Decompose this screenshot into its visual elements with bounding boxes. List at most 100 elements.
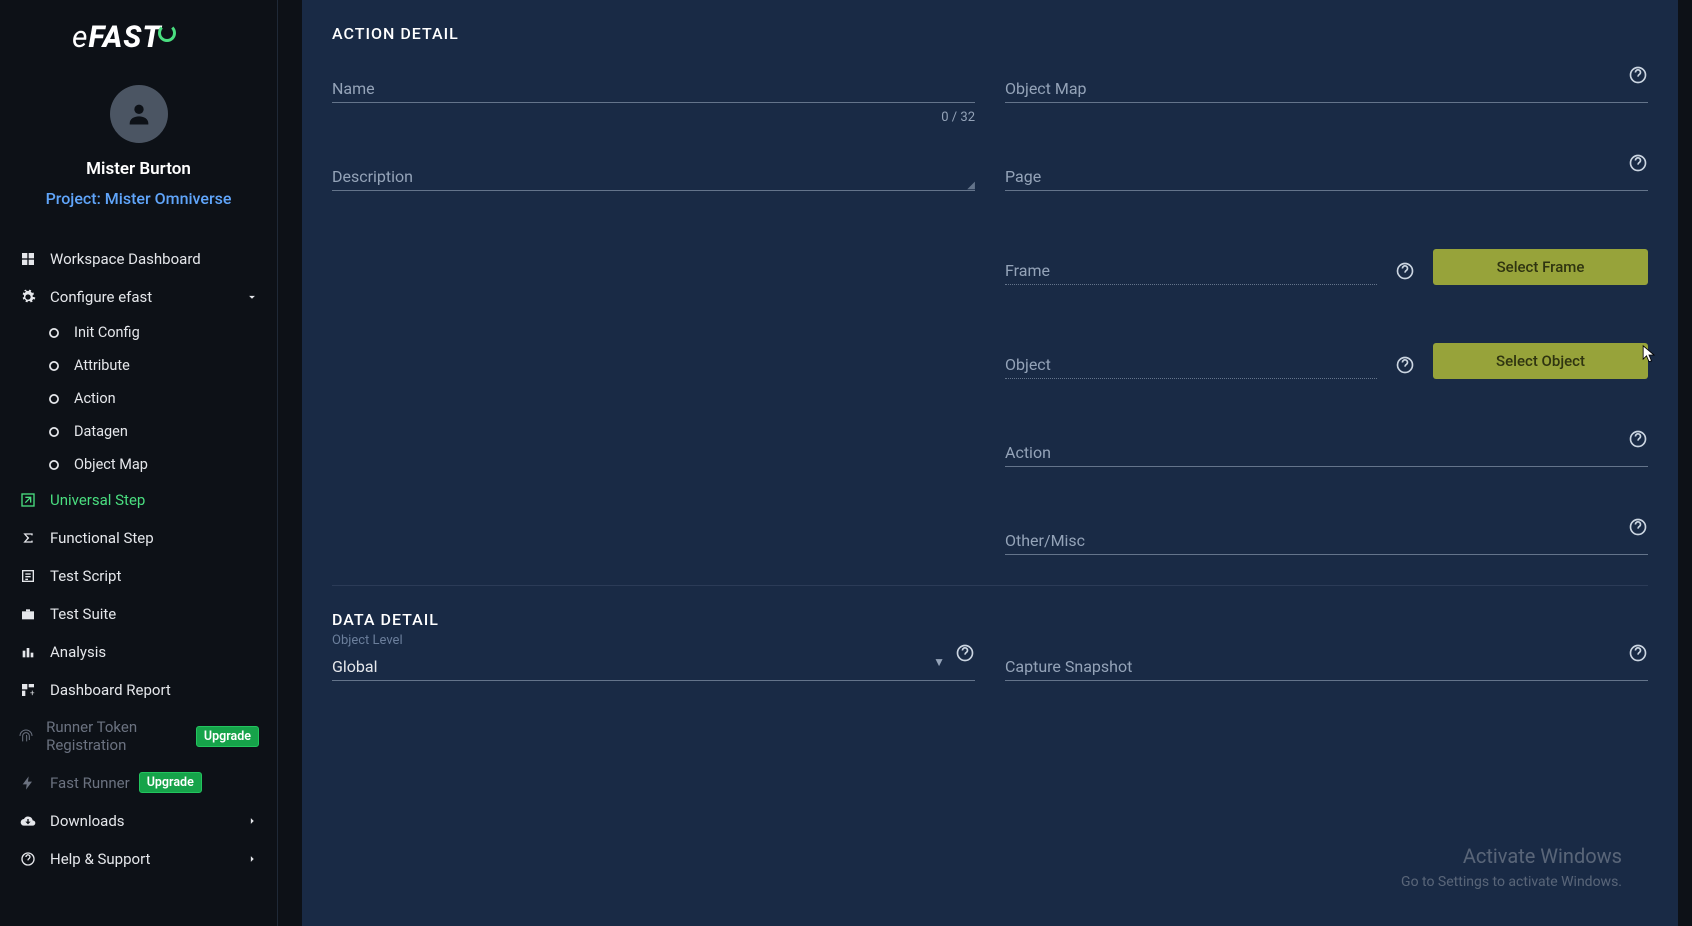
name-field[interactable]: Name 0 / 32 [332, 73, 975, 103]
sidebar-label: Downloads [50, 812, 125, 830]
sidebar-label: Workspace Dashboard [50, 250, 201, 268]
sidebar-item-runner-token[interactable]: Runner Token Registration Upgrade [0, 709, 277, 763]
object-level-field[interactable]: Object Level ▼ Global [332, 651, 975, 681]
sidebar-item-functional-step[interactable]: Functional Step [0, 519, 277, 557]
chevron-right-icon [245, 814, 259, 828]
help-icon[interactable] [1628, 517, 1648, 537]
action-label: Action [1005, 443, 1051, 462]
help-icon[interactable] [955, 643, 975, 663]
username: Mister Burton [0, 159, 277, 179]
name-label: Name [332, 79, 375, 98]
logo-fast: FAST [88, 20, 161, 55]
script-icon [18, 566, 38, 586]
avatar[interactable] [110, 85, 168, 143]
sidebar-item-action[interactable]: Action [28, 382, 277, 415]
section-title-data-detail: DATA DETAIL [332, 604, 1648, 629]
dashboard-icon [18, 249, 38, 269]
sidebar-item-configure[interactable]: Configure efast [0, 278, 277, 316]
help-icon[interactable] [1628, 643, 1648, 663]
gear-icon [18, 287, 38, 307]
profile-block: Mister Burton Project: Mister Omniverse [0, 65, 277, 218]
dropdown-icon: ▼ [933, 655, 945, 669]
user-icon [125, 100, 153, 128]
page-field[interactable]: Page [1005, 161, 1648, 191]
sidebar-label: Dashboard Report [50, 681, 171, 699]
circle-icon [46, 325, 62, 341]
page-label: Page [1005, 167, 1041, 186]
action-detail-panel: ACTION DETAIL Name 0 / 32 Object Map Des… [302, 0, 1678, 926]
sidebar-label: Universal Step [50, 491, 145, 509]
sidebar-label: Runner Token Registration [46, 718, 187, 754]
sidebar-item-init-config[interactable]: Init Config [28, 316, 277, 349]
sidebar-item-object-map[interactable]: Object Map [28, 448, 277, 481]
sidebar-label: Test Script [50, 567, 121, 585]
help-icon[interactable] [1395, 261, 1415, 281]
other-field[interactable]: Other/Misc [1005, 525, 1648, 555]
sidebar-label: Init Config [74, 324, 140, 341]
fingerprint-icon [18, 726, 34, 746]
sigma-icon [18, 528, 38, 548]
frame-field[interactable]: Frame [1005, 255, 1377, 285]
help-icon[interactable] [1628, 153, 1648, 173]
dashboard-report-icon: + [18, 680, 38, 700]
app-logo: eFAST [0, 0, 277, 65]
section-title-action-detail: ACTION DETAIL [332, 18, 1648, 43]
sidebar-item-downloads[interactable]: Downloads [0, 802, 277, 840]
help-icon[interactable] [1395, 355, 1415, 375]
logo-ring-icon [158, 24, 176, 42]
suitcase-icon [18, 604, 38, 624]
description-label: Description [332, 167, 413, 186]
description-field[interactable]: Description ◢ [332, 161, 975, 191]
select-object-button[interactable]: Select Object [1433, 343, 1648, 379]
select-frame-button[interactable]: Select Frame [1433, 249, 1648, 285]
sidebar-item-fast-runner[interactable]: Fast Runner Upgrade [0, 763, 277, 802]
upgrade-badge[interactable]: Upgrade [196, 726, 259, 747]
sidebar-item-attribute[interactable]: Attribute [28, 349, 277, 382]
sidebar-item-help[interactable]: Help & Support [0, 840, 277, 878]
upgrade-badge[interactable]: Upgrade [139, 772, 202, 793]
sidebar-item-analysis[interactable]: Analysis [0, 633, 277, 671]
sidebar: eFAST Mister Burton Project: Mister Omni… [0, 0, 278, 926]
sidebar-item-datagen[interactable]: Datagen [28, 415, 277, 448]
object-label: Object [1005, 355, 1051, 374]
help-icon [18, 849, 38, 869]
chevron-right-icon [245, 852, 259, 866]
sidebar-label: Help & Support [50, 850, 150, 868]
bolt-icon [18, 773, 38, 793]
object-level-value: Global [332, 657, 378, 676]
sidebar-label: Functional Step [50, 529, 154, 547]
chart-icon [18, 642, 38, 662]
circle-icon [46, 391, 62, 407]
sidebar-label: Action [74, 390, 116, 407]
help-icon[interactable] [1628, 65, 1648, 85]
object-map-field[interactable]: Object Map [1005, 73, 1648, 103]
svg-text:+: + [30, 688, 35, 697]
action-field[interactable]: Action [1005, 437, 1648, 467]
circle-icon [46, 358, 62, 374]
sidebar-item-workspace-dashboard[interactable]: Workspace Dashboard [0, 240, 277, 278]
sidebar-label: Configure efast [50, 288, 152, 306]
capture-snapshot-label: Capture Snapshot [1005, 657, 1132, 676]
sidebar-item-universal-step[interactable]: Universal Step [0, 481, 277, 519]
sidebar-label: Datagen [74, 423, 128, 440]
circle-icon [46, 457, 62, 473]
project-name: Project: Mister Omniverse [0, 189, 277, 208]
sidebar-item-test-script[interactable]: Test Script [0, 557, 277, 595]
sidebar-item-dashboard-report[interactable]: + Dashboard Report [0, 671, 277, 709]
configure-submenu: Init Config Attribute Action Datagen Obj… [0, 316, 277, 481]
logo-e: e [72, 20, 88, 55]
object-field[interactable]: Object [1005, 349, 1377, 379]
sidebar-label: Attribute [74, 357, 130, 374]
object-level-label: Object Level [332, 633, 403, 648]
help-icon[interactable] [1628, 429, 1648, 449]
sidebar-label: Fast Runner [50, 774, 130, 792]
object-map-label: Object Map [1005, 79, 1087, 98]
cloud-download-icon [18, 811, 38, 831]
capture-snapshot-field[interactable]: Capture Snapshot [1005, 651, 1648, 681]
sidebar-item-test-suite[interactable]: Test Suite [0, 595, 277, 633]
universal-step-icon [18, 490, 38, 510]
circle-icon [46, 424, 62, 440]
name-counter: 0 / 32 [941, 110, 975, 125]
other-label: Other/Misc [1005, 531, 1085, 550]
divider [332, 585, 1648, 586]
